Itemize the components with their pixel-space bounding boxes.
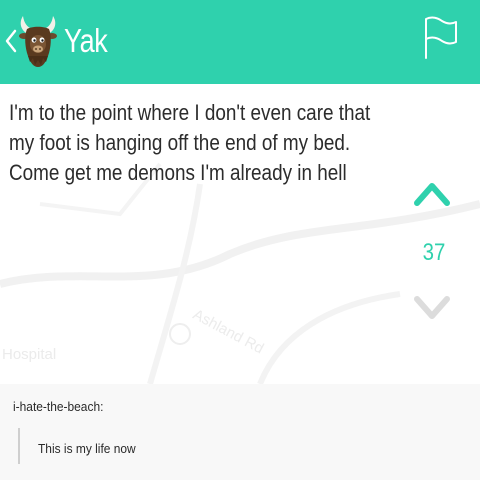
post-text-line: Come get me demons I'm already in hell	[9, 160, 347, 185]
map-label: Hospital	[2, 346, 57, 363]
flag-icon[interactable]	[420, 14, 460, 60]
vote-count: 37	[422, 239, 446, 266]
post-card: Hospital Ashland Rd I'm to the point whe…	[0, 84, 480, 384]
chevron-down-icon[interactable]	[412, 294, 452, 324]
comment-item: i-hate-the-beach: This is my life now	[0, 384, 480, 480]
top-app-bar: Yak	[0, 0, 480, 84]
comment-author: i-hate-the-beach:	[13, 399, 104, 414]
post-text: I'm to the point where I don't even care…	[9, 98, 409, 188]
comment-quote-bar	[18, 428, 20, 464]
post-text-line: I'm to the point where I don't even care…	[9, 100, 371, 125]
chevron-up-icon[interactable]	[412, 178, 452, 208]
comment-text: This is my life now	[38, 441, 136, 456]
app-title: Yak	[64, 22, 108, 59]
post-text-line: my foot is hanging off the end of my bed…	[9, 130, 351, 155]
yak-logo-icon	[19, 16, 57, 67]
